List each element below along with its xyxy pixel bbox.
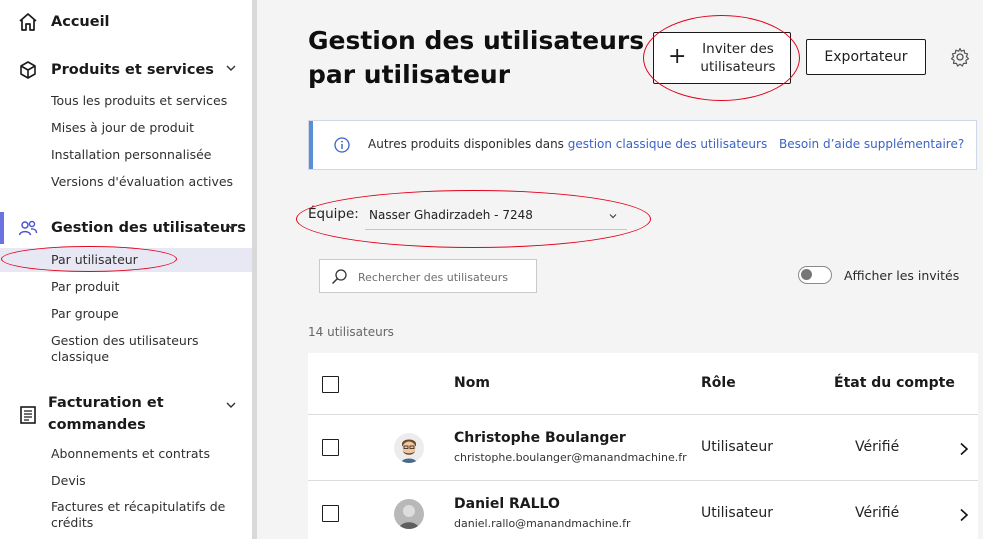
row-divider: [308, 414, 978, 415]
account-state: Vérifié: [855, 439, 900, 455]
user-role: Utilisateur: [701, 505, 774, 521]
team-select[interactable]: Nasser Ghadirzadeh - 7248: [365, 202, 627, 230]
sidebar-divider: [252, 0, 257, 539]
column-header-role[interactable]: Rôle: [701, 375, 736, 391]
sidebar-item-label: Accueil: [51, 14, 110, 30]
sidebar-item-product-updates[interactable]: Mises à jour de produit: [0, 116, 252, 140]
sidebar-item-custom-install[interactable]: Installation personnalisée: [0, 143, 252, 167]
chevron-right-icon[interactable]: [959, 508, 969, 522]
search-box: [319, 259, 537, 293]
sidebar-item-products[interactable]: Produits et services: [0, 57, 252, 83]
sidebar-item-label: commandes: [48, 417, 146, 433]
home-icon: [18, 12, 38, 32]
column-header-state[interactable]: État du compte: [834, 375, 955, 391]
chevron-right-icon[interactable]: [959, 442, 969, 456]
user-count: 14 utilisateurs: [308, 325, 394, 339]
row-divider: [308, 480, 978, 481]
row-checkbox[interactable]: [322, 505, 339, 522]
sidebar-item-label: Gestion des utilisateurs: [51, 220, 246, 236]
user-name[interactable]: Daniel RALLO: [454, 496, 560, 512]
chevron-down-icon: [609, 214, 617, 219]
sidebar-item-by-user[interactable]: Par utilisateur: [0, 248, 252, 272]
sidebar-item-classic-management[interactable]: Gestion des utilisateurs classique: [0, 333, 252, 367]
sidebar-item-by-product[interactable]: Par produit: [0, 275, 252, 299]
sidebar-item-billing[interactable]: Facturation et commandes: [0, 393, 252, 439]
invite-users-button[interactable]: + Inviter des utilisateurs: [653, 32, 791, 84]
sidebar-item-home[interactable]: Accueil: [0, 9, 252, 35]
sidebar-item-all-products[interactable]: Tous les produits et services: [0, 89, 252, 113]
classic-management-link[interactable]: gestion classique des utilisateurs: [568, 137, 767, 151]
users-icon: [18, 218, 38, 238]
toggle-knob: [801, 269, 812, 280]
sidebar-item-label: Produits et services: [51, 62, 214, 78]
sidebar: Accueil Produits et services Tous les pr…: [0, 0, 252, 539]
chevron-down-icon: [226, 402, 236, 408]
search-icon: [331, 269, 347, 285]
show-guests-toggle[interactable]: [798, 266, 832, 284]
users-table: Nom Rôle État du compte Christophe Boula…: [308, 353, 978, 539]
search-input[interactable]: [356, 266, 530, 288]
sidebar-item-subscriptions[interactable]: Abonnements et contrats: [0, 442, 252, 466]
show-guests-label: Afficher les invités: [844, 268, 960, 283]
info-icon: [334, 137, 350, 153]
banner-stripe: [309, 121, 313, 169]
row-checkbox[interactable]: [322, 439, 339, 456]
sidebar-item-label: Facturation et: [48, 395, 164, 411]
avatar: [394, 499, 424, 529]
sidebar-item-trials[interactable]: Versions d'évaluation actives: [0, 170, 252, 194]
cube-icon: [18, 60, 38, 80]
export-button[interactable]: Exportateur: [806, 39, 926, 75]
sidebar-item-by-group[interactable]: Par groupe: [0, 302, 252, 326]
user-role: Utilisateur: [701, 439, 774, 455]
banner-text: Autres produits disponibles dans gestion…: [368, 137, 768, 151]
chevron-down-icon: [226, 65, 236, 71]
account-state: Vérifié: [855, 505, 900, 521]
avatar: [394, 433, 424, 463]
sidebar-item-invoices[interactable]: Factures et récapitulatifs de crédits: [0, 499, 252, 533]
team-select-value: Nasser Ghadirzadeh - 7248: [369, 208, 533, 222]
user-email: christophe.boulanger@manandmachine.fr: [454, 451, 687, 464]
sidebar-item-quotes[interactable]: Devis: [0, 469, 252, 493]
help-link[interactable]: Besoin d’aide supplémentaire?: [779, 137, 964, 151]
sidebar-item-user-management[interactable]: Gestion des utilisateurs: [0, 215, 252, 241]
select-all-checkbox[interactable]: [322, 376, 339, 393]
column-header-name[interactable]: Nom: [454, 375, 490, 391]
team-label: Équipe:: [308, 206, 359, 222]
page-title: Gestion des utilisateurs par utilisateur: [308, 26, 645, 89]
user-name[interactable]: Christophe Boulanger: [454, 430, 626, 446]
billing-icon: [18, 405, 38, 425]
gear-icon[interactable]: [950, 47, 970, 67]
user-email: daniel.rallo@manandmachine.fr: [454, 517, 631, 530]
info-banner: Autres produits disponibles dans gestion…: [308, 120, 977, 170]
chevron-down-icon: [226, 223, 236, 229]
plus-icon: +: [668, 44, 687, 69]
